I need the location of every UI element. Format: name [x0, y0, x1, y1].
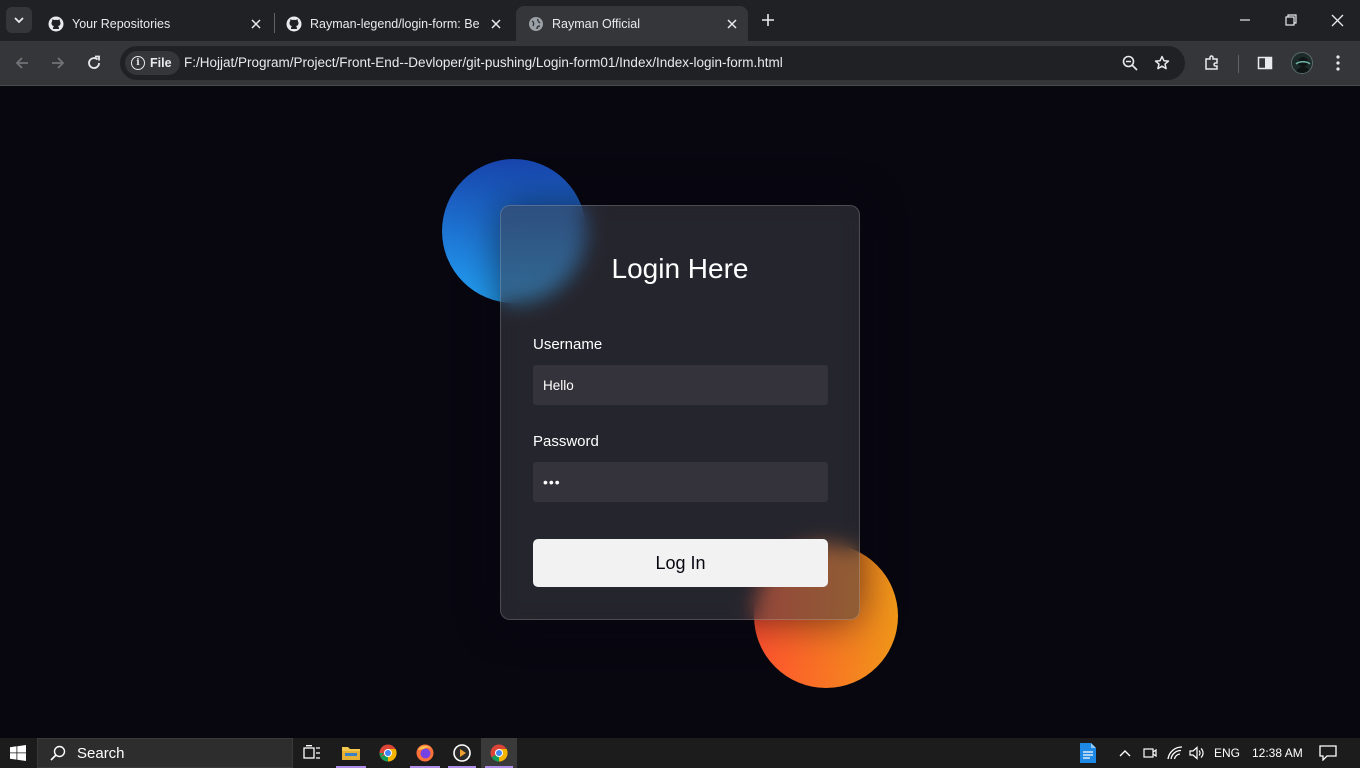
start-button[interactable]	[0, 738, 36, 768]
arrow-right-icon	[52, 57, 65, 69]
username-label: Username	[533, 336, 603, 353]
chevron-down-icon	[14, 17, 24, 24]
login-button[interactable]: Log In	[533, 539, 828, 587]
side-panel-button[interactable]	[1251, 49, 1279, 77]
password-label: Password	[533, 433, 599, 450]
close-tab-icon[interactable]	[486, 14, 506, 34]
forward-button[interactable]	[44, 49, 72, 77]
notification-icon	[1319, 745, 1337, 761]
chrome-icon	[490, 744, 508, 762]
tab-title: Your Repositories	[72, 16, 171, 31]
windows-taskbar: Search ENG 12:38 AM	[0, 738, 1360, 768]
tab-title: Rayman Official	[552, 16, 640, 31]
password-input[interactable]	[533, 462, 828, 502]
github-icon	[48, 16, 64, 32]
star-icon	[1154, 55, 1170, 70]
address-bar[interactable]: i File F:/Hojjat/Program/Project/Front-E…	[120, 46, 1185, 80]
taskbar-media-player[interactable]	[444, 738, 480, 768]
firefox-icon	[416, 744, 434, 762]
task-view-icon	[303, 745, 320, 759]
github-icon	[286, 16, 302, 32]
tray-network[interactable]	[1164, 738, 1186, 768]
show-hidden-icons-button[interactable]	[1114, 738, 1136, 768]
puzzle-icon	[1205, 55, 1218, 70]
tab-your-repositories[interactable]: Your Repositories	[36, 6, 272, 41]
taskbar-chrome-active[interactable]	[481, 738, 517, 768]
url-text[interactable]: F:/Hojjat/Program/Project/Front-End--Dev…	[184, 46, 783, 80]
tab-rayman-official[interactable]: Rayman Official	[516, 6, 748, 41]
back-button[interactable]	[8, 49, 36, 77]
close-tab-icon[interactable]	[722, 14, 742, 34]
taskbar-file-explorer[interactable]	[332, 738, 370, 768]
chevron-up-icon	[1119, 750, 1131, 757]
reload-icon	[88, 55, 100, 69]
camera-icon	[1143, 748, 1157, 758]
side-panel-icon	[1257, 56, 1273, 70]
arrow-left-icon	[15, 57, 28, 69]
login-page: Login Here Username Password Log In	[0, 87, 1360, 738]
zoom-button[interactable]	[1116, 49, 1144, 77]
speaker-icon	[1189, 746, 1204, 760]
tray-meet-now[interactable]	[1140, 738, 1160, 768]
folder-icon	[342, 747, 360, 760]
login-title: Login Here	[611, 253, 749, 284]
toolbar-divider	[1238, 55, 1239, 73]
site-info-label: File	[150, 56, 172, 70]
tray-volume[interactable]	[1186, 738, 1208, 768]
browser-menu-button[interactable]	[1324, 49, 1352, 77]
taskbar-search-label: Search	[77, 744, 125, 762]
info-icon: i	[131, 56, 145, 70]
taskbar-firefox[interactable]	[406, 738, 444, 768]
close-window-button[interactable]	[1314, 0, 1360, 40]
document-icon	[1080, 743, 1096, 763]
zoom-out-icon	[1122, 55, 1138, 71]
taskbar-chrome[interactable]	[370, 738, 406, 768]
taskbar-document-app[interactable]	[1074, 738, 1102, 768]
tab-title: Rayman-legend/login-form: Be	[310, 16, 480, 31]
profile-avatar[interactable]	[1291, 52, 1313, 74]
avatar-icon	[1295, 57, 1311, 73]
wifi-icon	[1167, 746, 1183, 760]
plus-icon	[762, 14, 774, 26]
chrome-icon	[379, 744, 397, 762]
tab-login-form-repo[interactable]: Rayman-legend/login-form: Be	[274, 6, 512, 41]
site-info-chip[interactable]: i File	[125, 51, 180, 75]
more-vertical-icon	[1336, 55, 1340, 71]
action-center-button[interactable]	[1314, 738, 1342, 768]
globe-icon	[528, 16, 544, 32]
media-player-icon	[453, 744, 471, 762]
close-tab-icon[interactable]	[246, 14, 266, 34]
tray-language[interactable]: ENG	[1214, 738, 1240, 768]
restore-icon	[1285, 14, 1297, 26]
search-icon	[50, 745, 66, 761]
close-icon	[1331, 14, 1343, 26]
new-tab-button[interactable]	[756, 8, 780, 32]
browser-tab-strip: Your Repositories Rayman-legend/login-fo…	[0, 0, 1360, 41]
extensions-button[interactable]	[1198, 49, 1226, 77]
task-view-button[interactable]	[296, 738, 328, 768]
taskbar-search-box[interactable]: Search	[37, 738, 293, 768]
minimize-window-button[interactable]	[1222, 0, 1268, 40]
restore-window-button[interactable]	[1268, 0, 1314, 40]
windows-logo-icon	[10, 745, 26, 761]
login-form: Login Here Username Password Log In	[500, 205, 860, 620]
tray-clock[interactable]: 12:38 AM	[1252, 738, 1303, 768]
bookmark-button[interactable]	[1148, 49, 1176, 77]
tab-search-button[interactable]	[6, 7, 32, 33]
browser-toolbar: i File F:/Hojjat/Program/Project/Front-E…	[0, 41, 1360, 86]
reload-button[interactable]	[80, 49, 108, 77]
minimize-icon	[1240, 19, 1250, 21]
username-input[interactable]	[533, 365, 828, 405]
